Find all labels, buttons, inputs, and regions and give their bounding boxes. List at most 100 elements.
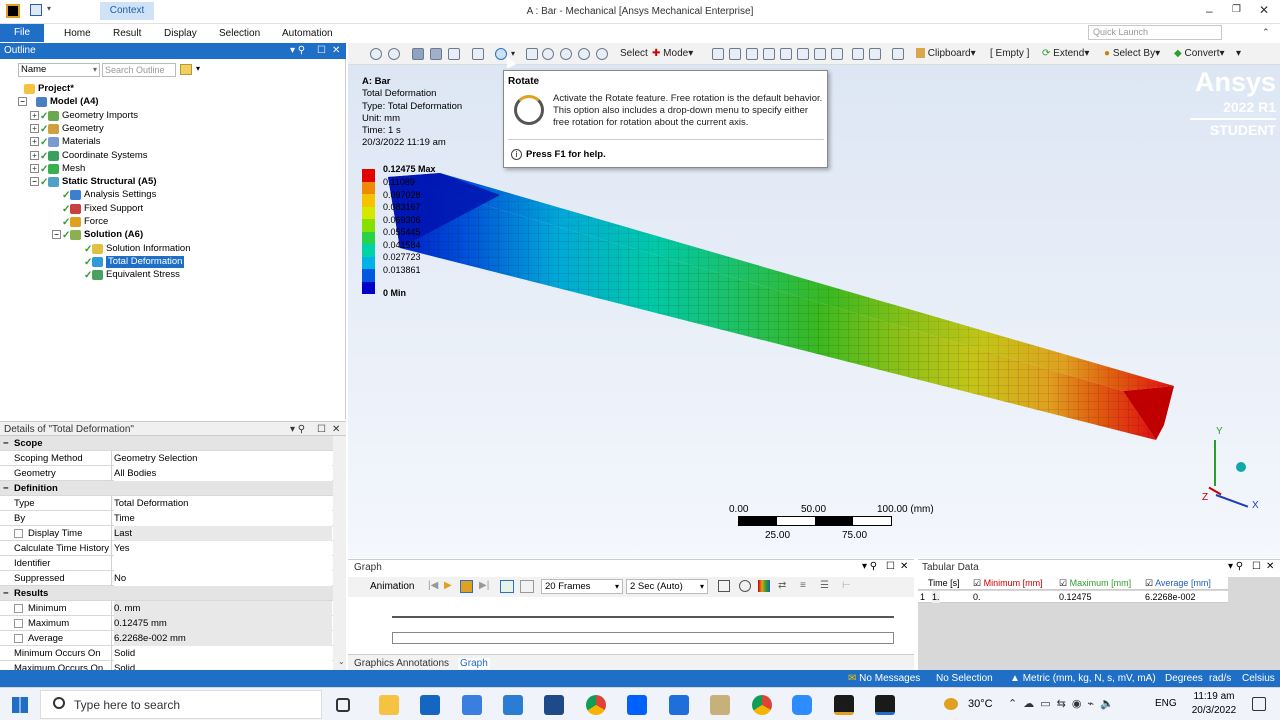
tabular-pin-icon[interactable]: ▾ ⚲ xyxy=(1228,561,1243,572)
mechanical-icon[interactable] xyxy=(875,695,895,715)
property-value[interactable]: 6.2268e-002 mm xyxy=(114,631,332,646)
tabular-column-header[interactable]: ☑ Maximum [mm] xyxy=(1059,577,1143,590)
clock-date[interactable]: 20/3/2022 xyxy=(1186,705,1242,716)
notification-icon[interactable] xyxy=(1252,697,1266,711)
select-vertex-icon[interactable] xyxy=(712,48,724,60)
align-icon[interactable]: ≡ xyxy=(800,580,806,591)
expand-toggle-icon[interactable]: − xyxy=(30,177,39,187)
chrome-profile-icon[interactable] xyxy=(752,695,772,715)
collapse-icon[interactable]: − xyxy=(3,586,9,601)
expand-toggle-icon[interactable]: − xyxy=(52,230,61,240)
maximize-pane-icon[interactable]: ☐ xyxy=(317,43,326,59)
details-row[interactable]: By Time xyxy=(0,511,333,526)
tree-item[interactable]: ✓ Equivalent Stress xyxy=(0,269,340,281)
frames-select[interactable]: 20 Frames ▾ xyxy=(541,579,623,594)
tree-item[interactable]: ✓ Solution Information xyxy=(0,243,340,255)
dropbox-icon[interactable] xyxy=(627,695,647,715)
rate-unit[interactable]: rad/s xyxy=(1209,672,1231,685)
result-sets-icon[interactable] xyxy=(520,580,534,593)
toolbar-overflow-icon[interactable]: ▾ xyxy=(1236,47,1241,61)
graph-close-icon[interactable]: ✕ xyxy=(900,561,908,572)
duration-select[interactable]: 2 Sec (Auto) ▾ xyxy=(626,579,708,594)
tab-automation[interactable]: Automation xyxy=(276,26,339,41)
collapse-icon[interactable]: − xyxy=(3,481,9,496)
todo-icon[interactable] xyxy=(462,695,482,715)
zoom-region-icon[interactable] xyxy=(578,48,590,60)
select-element-face-icon[interactable] xyxy=(797,48,809,60)
select-face-icon[interactable] xyxy=(746,48,758,60)
quick-launch-input[interactable]: Quick Launch xyxy=(1088,25,1222,40)
messages-status[interactable]: ✉ No Messages xyxy=(848,672,920,685)
app-blue-icon[interactable] xyxy=(544,695,564,715)
close-pane-icon[interactable]: ✕ xyxy=(332,43,340,59)
restore-button[interactable]: ❐ xyxy=(1232,4,1241,15)
zoom-app-icon[interactable] xyxy=(792,695,812,715)
tabular-close-icon[interactable]: ✕ xyxy=(1266,561,1274,572)
details-row[interactable]: Maximum Occurs On Solid xyxy=(0,661,333,670)
tabular-row[interactable]: 1 1. 0. 0.12475 6.2268e-002 xyxy=(918,591,1228,603)
zoom-reset-icon[interactable] xyxy=(596,48,608,60)
tree-item[interactable]: ✓ Total Deformation xyxy=(0,255,340,268)
outlook-icon[interactable] xyxy=(420,695,440,715)
play-icon[interactable]: ▶ xyxy=(444,580,452,591)
tree-item[interactable]: ✓ Fixed Support xyxy=(0,203,340,215)
select-body-icon[interactable] xyxy=(412,48,424,60)
tree-item[interactable]: + ✓ Geometry Imports xyxy=(0,110,340,122)
tree-item[interactable]: + ✓ Materials xyxy=(0,136,340,148)
stop-icon[interactable] xyxy=(460,580,473,593)
column-checkbox-icon[interactable]: ☑ xyxy=(1145,578,1155,588)
details-row[interactable]: Suppressed No xyxy=(0,571,333,586)
chart-options-icon[interactable]: ⊢ xyxy=(842,580,851,591)
legend-graph-icon[interactable] xyxy=(758,580,770,592)
select-edge-icon[interactable] xyxy=(729,48,741,60)
store-icon[interactable] xyxy=(503,695,523,715)
tab-selection[interactable]: Selection xyxy=(213,26,266,41)
convert-button[interactable]: ◆ Convert▾ xyxy=(1174,47,1225,61)
named-selection-icon[interactable] xyxy=(892,48,904,60)
tab-home[interactable]: Home xyxy=(58,26,97,41)
tab-graphics-annotations[interactable]: Graphics Annotations xyxy=(354,658,449,669)
distributed-icon[interactable] xyxy=(500,580,514,593)
chrome-icon[interactable] xyxy=(586,695,606,715)
extend-button[interactable]: ⟳ Extend▾ xyxy=(1042,47,1089,61)
tree-item[interactable]: − ✓ Solution (A6) xyxy=(0,229,340,241)
view-solid-icon[interactable] xyxy=(430,48,442,60)
select-node-icon[interactable] xyxy=(780,48,792,60)
workbench-icon[interactable] xyxy=(834,695,854,715)
details-scrollbar[interactable] xyxy=(333,436,346,670)
select-button[interactable]: Select xyxy=(620,47,648,61)
zoom-fit-icon[interactable] xyxy=(542,48,554,60)
property-value[interactable]: Yes xyxy=(114,541,332,556)
clipboard-button[interactable]: Clipboard▾ xyxy=(916,47,976,61)
select-body-filter-icon[interactable] xyxy=(763,48,775,60)
expand-toggle-icon[interactable]: + xyxy=(30,150,39,160)
property-value[interactable]: 0. mm xyxy=(114,601,332,616)
mail-icon[interactable] xyxy=(669,695,689,715)
weather-temp[interactable]: 30°C xyxy=(968,698,993,710)
details-row[interactable]: Maximum 0.12475 mm xyxy=(0,616,333,631)
search-dropdown-icon[interactable]: ▾ xyxy=(196,64,200,73)
outline-filter-select[interactable]: Name ▾ xyxy=(18,63,100,77)
temperature-unit[interactable]: Celsius xyxy=(1242,672,1275,685)
tabular-column-header[interactable]: ☑ Average [mm] xyxy=(1145,577,1229,590)
export-video-icon[interactable] xyxy=(718,580,730,592)
details-close-icon[interactable]: ✕ xyxy=(332,422,340,437)
outline-search-input[interactable]: Search Outline xyxy=(102,63,176,77)
show-icon[interactable] xyxy=(869,48,881,60)
bottom-collapse-icon[interactable]: ⌄ xyxy=(338,657,345,666)
taskbar-search[interactable]: Type here to search xyxy=(40,690,322,719)
details-pin-icon[interactable]: ▾ ⚲ xyxy=(290,422,305,437)
property-value[interactable] xyxy=(114,556,332,571)
hide-icon[interactable] xyxy=(852,48,864,60)
details-row[interactable]: Minimum 0. mm xyxy=(0,601,333,616)
property-value[interactable]: Last xyxy=(114,526,332,541)
clock-time[interactable]: 11:19 am xyxy=(1188,691,1240,702)
next-frame-icon[interactable]: ▶| xyxy=(479,580,489,591)
details-row[interactable]: Average 6.2268e-002 mm xyxy=(0,631,333,646)
units-status[interactable]: ▲ Metric (mm, kg, N, s, mV, mA) xyxy=(1010,672,1156,685)
property-value[interactable]: No xyxy=(114,571,332,586)
graph-maximize-icon[interactable]: ☐ xyxy=(886,561,895,572)
tabular-column-header[interactable]: ☑ Minimum [mm] xyxy=(973,577,1057,590)
expand-toggle-icon[interactable]: + xyxy=(30,137,39,147)
tabular-maximize-icon[interactable]: ☐ xyxy=(1252,561,1261,572)
